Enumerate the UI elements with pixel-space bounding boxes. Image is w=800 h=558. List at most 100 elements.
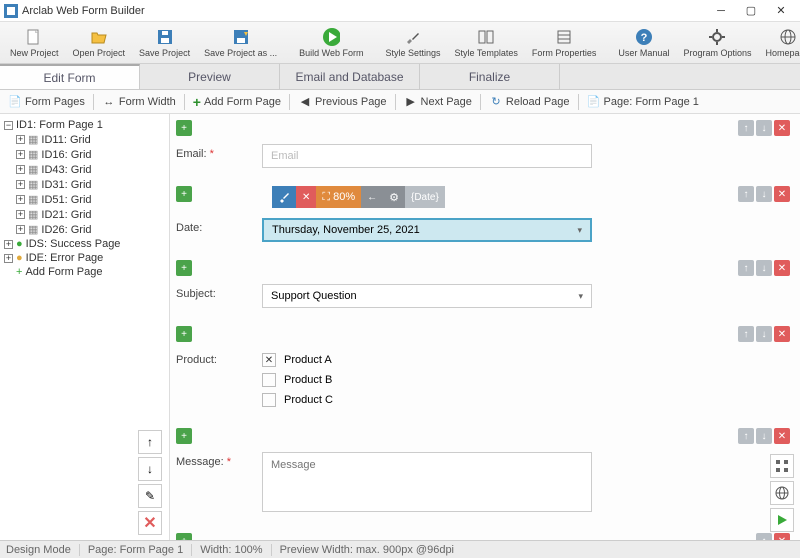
tree-success[interactable]: +●IDS: Success Page: [4, 237, 165, 251]
back-element-button[interactable]: ←: [361, 186, 383, 208]
add-row-button[interactable]: +: [176, 120, 192, 136]
tree-node[interactable]: +▦ID11: Grid: [4, 132, 165, 147]
tab-finalize[interactable]: Finalize: [420, 64, 560, 89]
tab-email-database[interactable]: Email and Database: [280, 64, 420, 89]
checkbox[interactable]: [262, 393, 276, 407]
save-project-button[interactable]: Save Project: [133, 23, 196, 63]
product-label: Product:: [176, 350, 262, 366]
tree-node[interactable]: +▦ID43: Grid: [4, 162, 165, 177]
user-manual-button[interactable]: ? User Manual: [612, 23, 675, 63]
tab-preview[interactable]: Preview: [140, 64, 280, 89]
option-label: Product C: [284, 394, 333, 406]
page-icon: 📄: [587, 95, 601, 109]
move-up-button[interactable]: ↑: [138, 430, 162, 454]
move-up-button[interactable]: ↑: [738, 428, 754, 444]
checkbox[interactable]: [262, 373, 276, 387]
move-up-button[interactable]: ↑: [738, 120, 754, 136]
web-view-button[interactable]: [770, 481, 794, 505]
tree-node[interactable]: +▦ID51: Grid: [4, 192, 165, 207]
run-button[interactable]: [770, 508, 794, 532]
form-width-button[interactable]: ↔Form Width: [96, 93, 182, 111]
message-textarea[interactable]: [262, 452, 592, 512]
tree-node[interactable]: +▦ID16: Grid: [4, 147, 165, 162]
gear-icon: [708, 28, 726, 46]
play-icon: [322, 28, 340, 46]
add-row-button[interactable]: +: [176, 260, 192, 276]
tab-edit-form[interactable]: Edit Form: [0, 64, 140, 89]
save-as-icon: [232, 28, 250, 46]
grid-view-button[interactable]: [770, 454, 794, 478]
reload-page-button[interactable]: ↻Reload Page: [483, 93, 576, 111]
app-icon: [4, 4, 18, 18]
tree-root[interactable]: −ID1: Form Page 1: [4, 118, 165, 132]
save-project-as-button[interactable]: Save Project as ...: [198, 23, 283, 63]
maximize-button[interactable]: ▢: [736, 0, 766, 22]
delete-button[interactable]: ✕: [138, 511, 162, 535]
status-bar: Design Mode Page: Form Page 1 Width: 100…: [0, 540, 800, 558]
sub-toolbar: 📄Form Pages ↔Form Width +Add Form Page ◀…: [0, 90, 800, 114]
move-down-button[interactable]: ↓: [756, 260, 772, 276]
tree-add-page[interactable]: +Add Form Page: [4, 265, 165, 279]
subject-select[interactable]: Support Question▾: [262, 284, 592, 308]
move-down-button[interactable]: ↓: [756, 326, 772, 342]
status-page: Page: Form Page 1: [88, 544, 183, 556]
chevron-right-icon: ▶: [404, 95, 418, 109]
tree-node[interactable]: +▦ID21: Grid: [4, 207, 165, 222]
email-input[interactable]: [262, 144, 592, 168]
status-preview: Preview Width: max. 900px @96dpi: [280, 544, 454, 556]
minimize-button[interactable]: ─: [706, 0, 736, 22]
move-up-button[interactable]: ↑: [738, 260, 754, 276]
style-settings-button[interactable]: Style Settings: [379, 23, 446, 63]
move-down-button[interactable]: ↓: [756, 120, 772, 136]
program-options-button[interactable]: Program Options: [677, 23, 757, 63]
delete-row-button[interactable]: ✕: [774, 533, 790, 540]
delete-row-button[interactable]: ✕: [774, 120, 790, 136]
zoom-element-button[interactable]: ⛶80%: [316, 186, 361, 208]
product-checklist: ✕Product A Product B Product C: [262, 350, 592, 410]
delete-row-button[interactable]: ✕: [774, 260, 790, 276]
form-properties-button[interactable]: Form Properties: [526, 23, 603, 63]
status-mode: Design Mode: [6, 544, 71, 556]
date-label: Date:: [176, 218, 262, 234]
close-button[interactable]: ✕: [766, 0, 796, 22]
add-row-button[interactable]: +: [176, 533, 192, 540]
gear-icon: ⚙: [389, 191, 399, 204]
homepage-button[interactable]: Homepage: [759, 23, 800, 63]
edit-button[interactable]: ✎: [138, 484, 162, 508]
edit-element-button[interactable]: [272, 186, 296, 208]
chevron-left-icon: ◀: [298, 95, 312, 109]
move-up-button[interactable]: ↑: [738, 186, 754, 202]
delete-row-button[interactable]: ✕: [774, 428, 790, 444]
move-down-button[interactable]: ↓: [756, 186, 772, 202]
move-up-button[interactable]: ↑: [738, 326, 754, 342]
add-row-button[interactable]: +: [176, 326, 192, 342]
main-toolbar: New Project Open Project Save Project Sa…: [0, 22, 800, 64]
add-form-page-button[interactable]: +Add Form Page: [187, 92, 287, 112]
plus-icon: +: [193, 94, 201, 110]
delete-row-button[interactable]: ✕: [774, 326, 790, 342]
folder-open-icon: [90, 28, 108, 46]
previous-page-button[interactable]: ◀Previous Page: [292, 93, 393, 111]
brush-icon: [404, 28, 422, 46]
style-templates-button[interactable]: Style Templates: [449, 23, 524, 63]
chevron-down-icon: ▾: [577, 225, 582, 236]
tree-error[interactable]: +●IDE: Error Page: [4, 251, 165, 265]
move-down-button[interactable]: ↓: [138, 457, 162, 481]
build-web-form-button[interactable]: Build Web Form: [293, 23, 369, 63]
element-toolbar: ✕ ⛶80% ← ⚙ {Date}: [272, 186, 445, 208]
add-row-button[interactable]: +: [176, 428, 192, 444]
new-project-button[interactable]: New Project: [4, 23, 65, 63]
tree-node[interactable]: +▦ID26: Grid: [4, 222, 165, 237]
settings-element-button[interactable]: ⚙: [383, 186, 405, 208]
date-select[interactable]: Thursday, November 25, 2021▾: [262, 218, 592, 242]
form-pages-button[interactable]: 📄Form Pages: [2, 93, 91, 111]
move-down-button[interactable]: ↓: [756, 428, 772, 444]
delete-element-button[interactable]: ✕: [296, 186, 316, 208]
delete-row-button[interactable]: ✕: [774, 186, 790, 202]
next-page-button[interactable]: ▶Next Page: [398, 93, 478, 111]
checkbox[interactable]: ✕: [262, 353, 276, 367]
move-up-button[interactable]: ↑: [756, 533, 772, 540]
open-project-button[interactable]: Open Project: [67, 23, 132, 63]
add-row-button[interactable]: +: [176, 186, 192, 202]
tree-node[interactable]: +▦ID31: Grid: [4, 177, 165, 192]
